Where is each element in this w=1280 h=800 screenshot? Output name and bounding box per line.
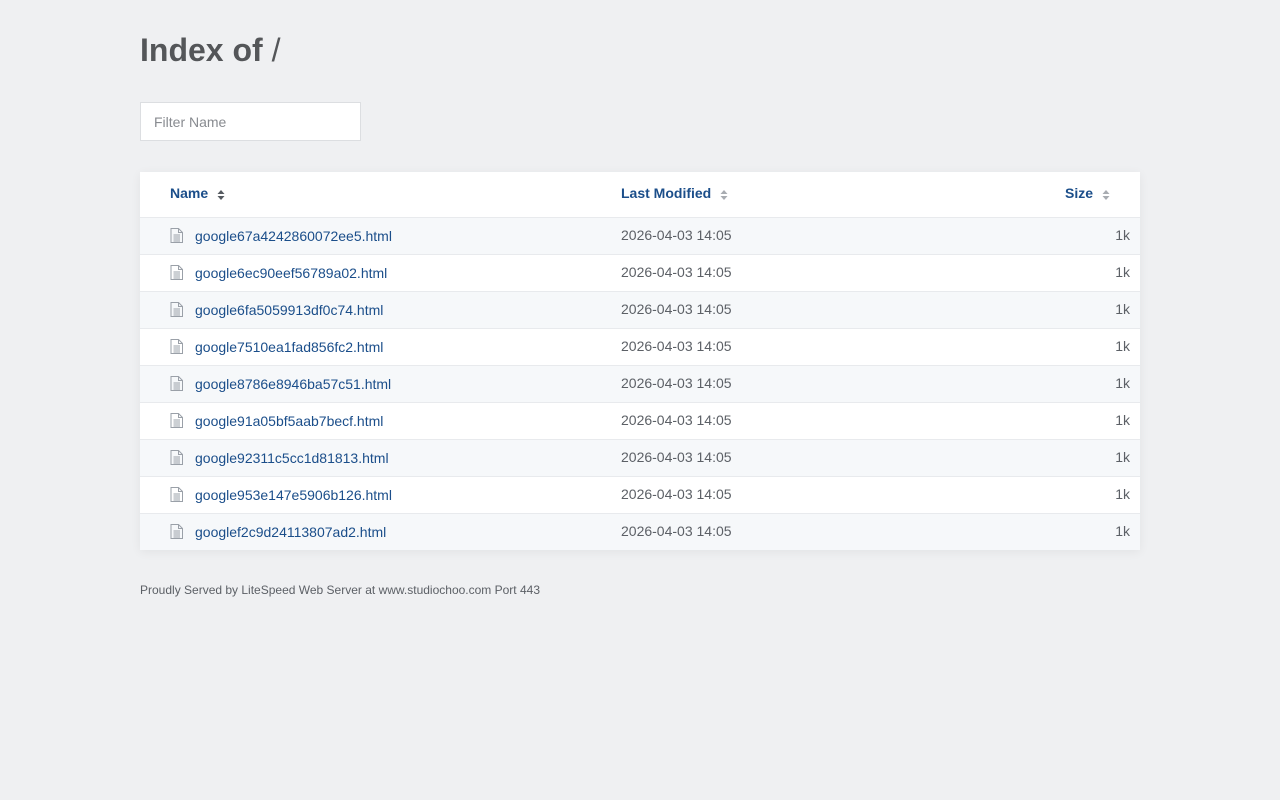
file-document-icon [170,265,183,280]
file-link[interactable]: google6fa5059913df0c74.html [195,302,383,318]
file-modified: 2026-04-03 14:05 [621,523,732,539]
file-link[interactable]: google953e147e5906b126.html [195,487,392,503]
file-modified: 2026-04-03 14:05 [621,412,732,428]
file-size: 1k [1115,338,1130,354]
table-row: google91a05bf5aab7becf.html 2026-04-03 1… [140,402,1140,439]
page-title: Index of / [140,30,280,70]
file-modified: 2026-04-03 14:05 [621,486,732,502]
file-size: 1k [1115,523,1130,539]
file-document-icon [170,339,183,354]
sort-arrows-icon [217,190,225,200]
table-header-row: Name Last Modified Size [140,172,1140,217]
file-link[interactable]: google6ec90eef56789a02.html [195,265,387,281]
table-row: googlef2c9d24113807ad2.html 2026-04-03 1… [140,513,1140,550]
file-document-icon [170,413,183,428]
file-listing-table: Name Last Modified Size google67a4242860… [140,172,1140,550]
file-link[interactable]: google8786e8946ba57c51.html [195,376,391,392]
table-row: google7510ea1fad856fc2.html 2026-04-03 1… [140,328,1140,365]
file-link[interactable]: google7510ea1fad856fc2.html [195,339,383,355]
file-link[interactable]: google67a4242860072ee5.html [195,228,392,244]
table-row: google67a4242860072ee5.html 2026-04-03 1… [140,217,1140,254]
file-document-icon [170,228,183,243]
table-row: google8786e8946ba57c51.html 2026-04-03 1… [140,365,1140,402]
file-document-icon [170,376,183,391]
column-header-size: Size [1064,185,1093,201]
sort-arrows-icon [1102,190,1110,200]
file-modified: 2026-04-03 14:05 [621,301,732,317]
file-modified: 2026-04-03 14:05 [621,449,732,465]
table-row: google6ec90eef56789a02.html 2026-04-03 1… [140,254,1140,291]
file-size: 1k [1115,449,1130,465]
page-title-prefix: Index of [140,32,263,68]
file-size: 1k [1115,264,1130,280]
sort-arrows-icon [720,190,728,200]
file-size: 1k [1115,486,1130,502]
page-title-path: / [271,32,281,68]
column-header-last-modified: Last Modified [621,185,712,201]
sort-by-size-link[interactable]: Size [1065,185,1110,201]
table-row: google92311c5cc1d81813.html 2026-04-03 1… [140,439,1140,476]
sort-by-last-modified-link[interactable]: Last Modified [621,185,728,201]
file-size: 1k [1115,412,1130,428]
file-link[interactable]: google91a05bf5aab7becf.html [195,413,383,429]
file-link[interactable]: googlef2c9d24113807ad2.html [195,524,386,540]
server-footer: Proudly Served by LiteSpeed Web Server a… [140,583,540,597]
file-modified: 2026-04-03 14:05 [621,375,732,391]
filter-name-input[interactable] [140,102,361,141]
file-document-icon [170,524,183,539]
file-size: 1k [1115,227,1130,243]
column-header-name: Name [170,185,209,201]
file-size: 1k [1115,375,1130,391]
file-modified: 2026-04-03 14:05 [621,264,732,280]
file-document-icon [170,487,183,502]
file-modified: 2026-04-03 14:05 [621,227,732,243]
file-size: 1k [1115,301,1130,317]
file-link[interactable]: google92311c5cc1d81813.html [195,450,389,466]
file-modified: 2026-04-03 14:05 [621,338,732,354]
file-document-icon [170,450,183,465]
sort-by-name-link[interactable]: Name [170,185,225,201]
file-document-icon [170,302,183,317]
table-row: google953e147e5906b126.html 2026-04-03 1… [140,476,1140,513]
table-row: google6fa5059913df0c74.html 2026-04-03 1… [140,291,1140,328]
